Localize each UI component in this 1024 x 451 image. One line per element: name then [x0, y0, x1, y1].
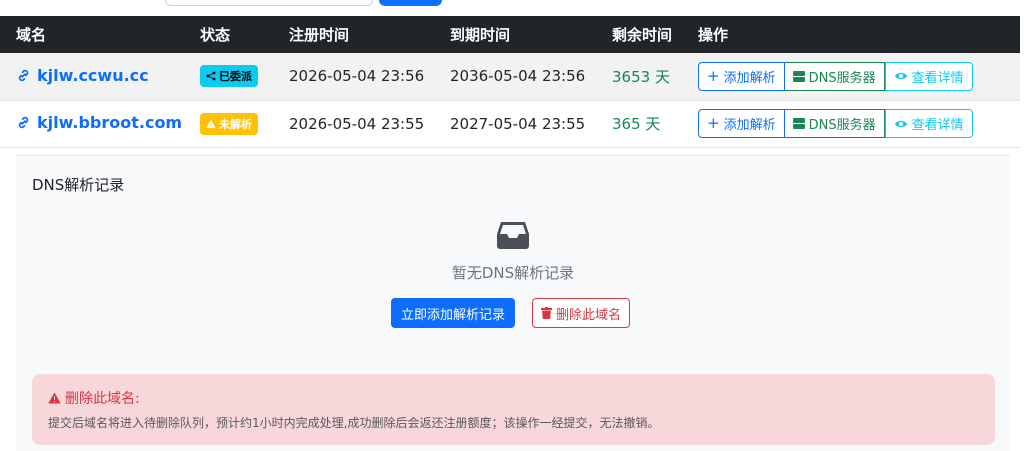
eye-icon: [894, 120, 907, 127]
server-icon: [792, 118, 805, 129]
trash-icon: [541, 307, 552, 319]
inbox-icon: [497, 222, 529, 249]
dns-server-button[interactable]: DNS服务器: [784, 61, 885, 91]
link-icon: [18, 69, 29, 81]
remaining-time: 3653 天: [612, 67, 670, 86]
link-icon: [18, 116, 29, 129]
eye-icon: [894, 73, 907, 80]
dns-records-panel: DNS解析记录 暂无DNS解析记录 立即添加解析记录 删除此域名 删除此域名: …: [16, 155, 1010, 451]
delete-domain-button[interactable]: 删除此域名: [532, 298, 631, 328]
alert-title: 删除此域名:: [48, 388, 979, 408]
col-header-actions: 操作: [698, 26, 729, 44]
domain-table: 域名 状态 注册时间 到期时间 剩余时间 操作 kjlw.ccwu.cc 已委派…: [0, 16, 1020, 148]
table-row: kjlw.ccwu.cc 已委派 2026-05-04 23:56 2036-0…: [0, 53, 1020, 100]
row-actions: + 添加解析 DNS服务器 查看详情: [698, 61, 973, 91]
plus-icon: +: [707, 114, 720, 132]
delete-warning-alert: 删除此域名: 提交后域名将进入待删除队列，预计约1小时内完成处理,成功删除后会返…: [32, 374, 995, 445]
registered-time: 2026-05-04 23:55: [289, 114, 425, 133]
warning-icon: [206, 119, 216, 128]
add-record-button[interactable]: + 添加解析: [698, 61, 785, 91]
warning-icon: [48, 392, 61, 404]
status-label: 已委派: [219, 70, 252, 84]
status-badge: 未解析: [200, 112, 258, 135]
col-header-registered: 注册时间: [289, 26, 350, 44]
table-header-row: 域名 状态 注册时间 到期时间 剩余时间 操作: [0, 16, 1020, 53]
col-header-status: 状态: [200, 26, 231, 44]
table-row: kjlw.bbroot.com 未解析 2026-05-04 23:55 202…: [0, 100, 1020, 147]
add-record-button[interactable]: + 添加解析: [698, 109, 785, 138]
row-actions: + 添加解析 DNS服务器 查看详情: [698, 109, 973, 138]
view-details-button[interactable]: 查看详情: [884, 109, 973, 138]
remaining-time: 365 天: [612, 115, 661, 133]
add-dns-record-button[interactable]: 立即添加解析记录: [391, 298, 516, 328]
expires-time: 2036-05-04 23:56: [450, 67, 586, 86]
expires-time: 2027-05-04 23:55: [450, 114, 586, 133]
dns-server-button[interactable]: DNS服务器: [784, 109, 885, 138]
dns-panel-title: DNS解析记录: [32, 176, 125, 194]
search-input[interactable]: [165, 0, 373, 6]
plus-icon: +: [707, 66, 720, 85]
domain-link[interactable]: kjlw.bbroot.com: [16, 113, 182, 132]
status-label: 未解析: [219, 117, 252, 131]
col-header-domain: 域名: [16, 26, 47, 44]
status-badge: 已委派: [200, 65, 258, 88]
alert-body: 提交后域名将进入待删除队列，预计约1小时内完成处理,成功删除后会返还注册额度；该…: [48, 416, 660, 430]
server-icon: [792, 70, 805, 82]
domain-link[interactable]: kjlw.ccwu.cc: [16, 66, 149, 85]
search-button[interactable]: [379, 0, 442, 6]
col-header-remaining: 剩余时间: [612, 26, 673, 44]
registered-time: 2026-05-04 23:56: [289, 67, 425, 86]
domain-name: kjlw.bbroot.com: [37, 113, 183, 132]
domain-name: kjlw.ccwu.cc: [37, 65, 149, 85]
share-icon: [206, 71, 216, 81]
empty-state-text: 暂无DNS解析记录: [451, 264, 575, 282]
view-details-button[interactable]: 查看详情: [884, 61, 973, 91]
col-header-expires: 到期时间: [450, 26, 511, 44]
